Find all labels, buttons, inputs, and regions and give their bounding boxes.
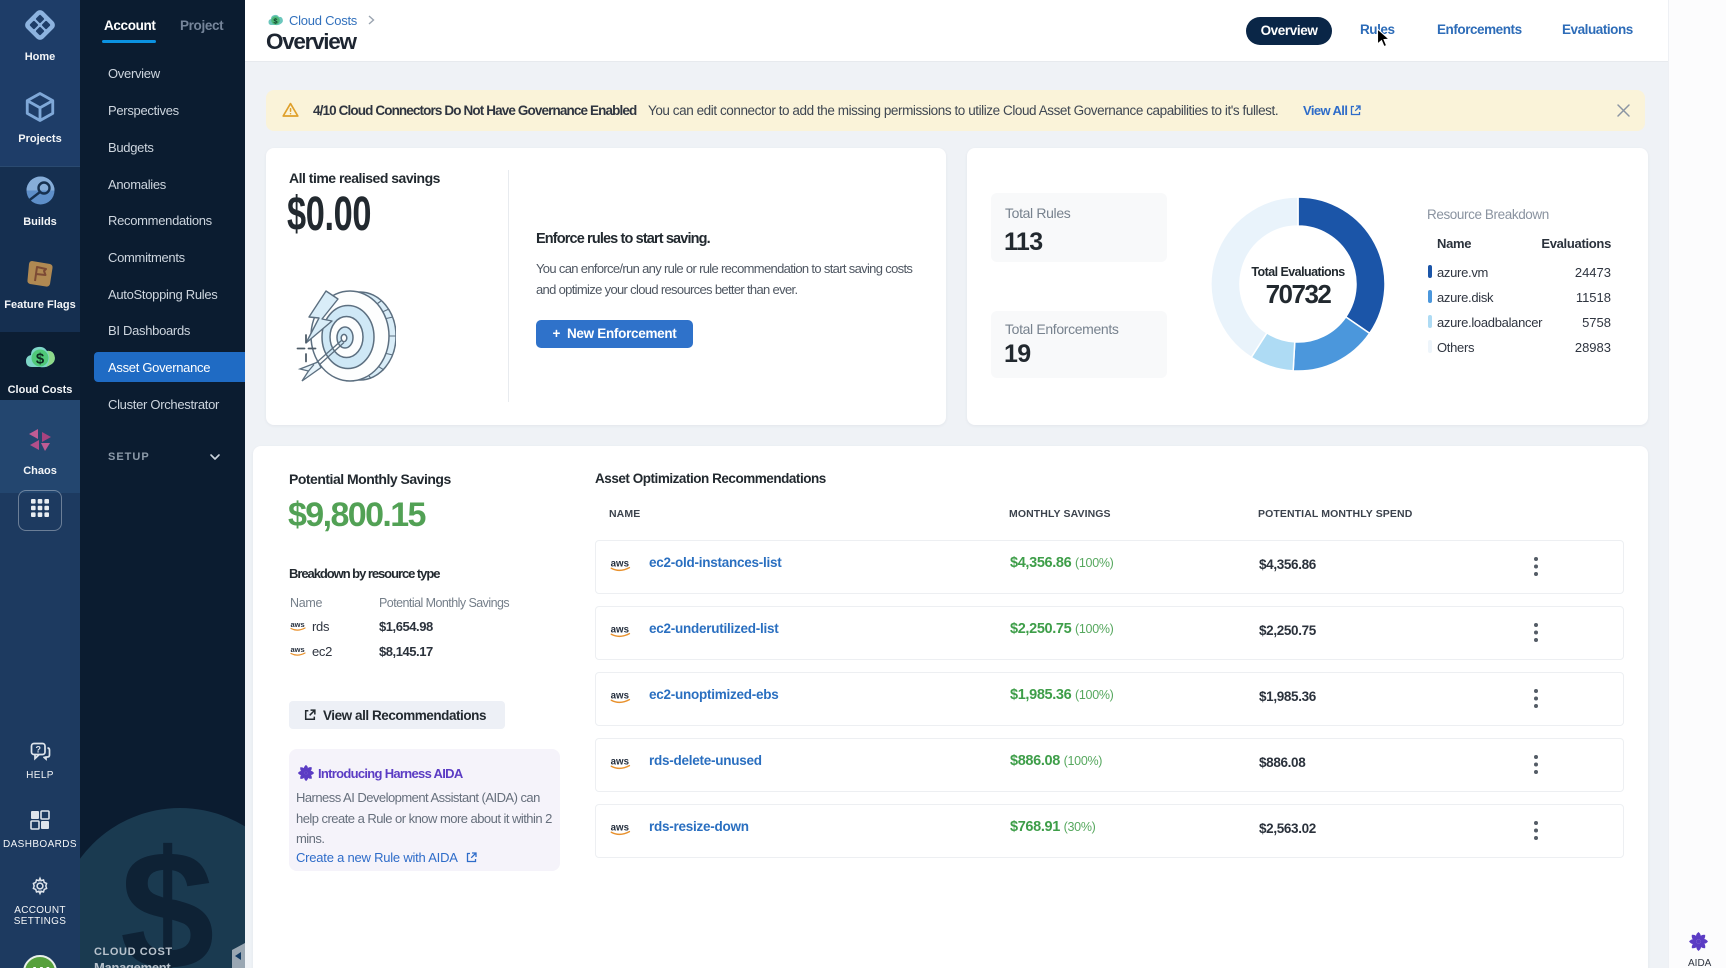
svg-text:$: $ <box>36 351 45 368</box>
svg-text:?: ? <box>35 745 41 755</box>
svg-text:aws: aws <box>611 558 629 569</box>
svg-text:aws: aws <box>611 624 629 635</box>
svg-text:aws: aws <box>291 645 305 654</box>
svg-text:aws: aws <box>611 822 629 833</box>
svg-text:aws: aws <box>611 690 629 701</box>
svg-text:aws: aws <box>611 756 629 767</box>
svg-text:aws: aws <box>291 620 305 629</box>
